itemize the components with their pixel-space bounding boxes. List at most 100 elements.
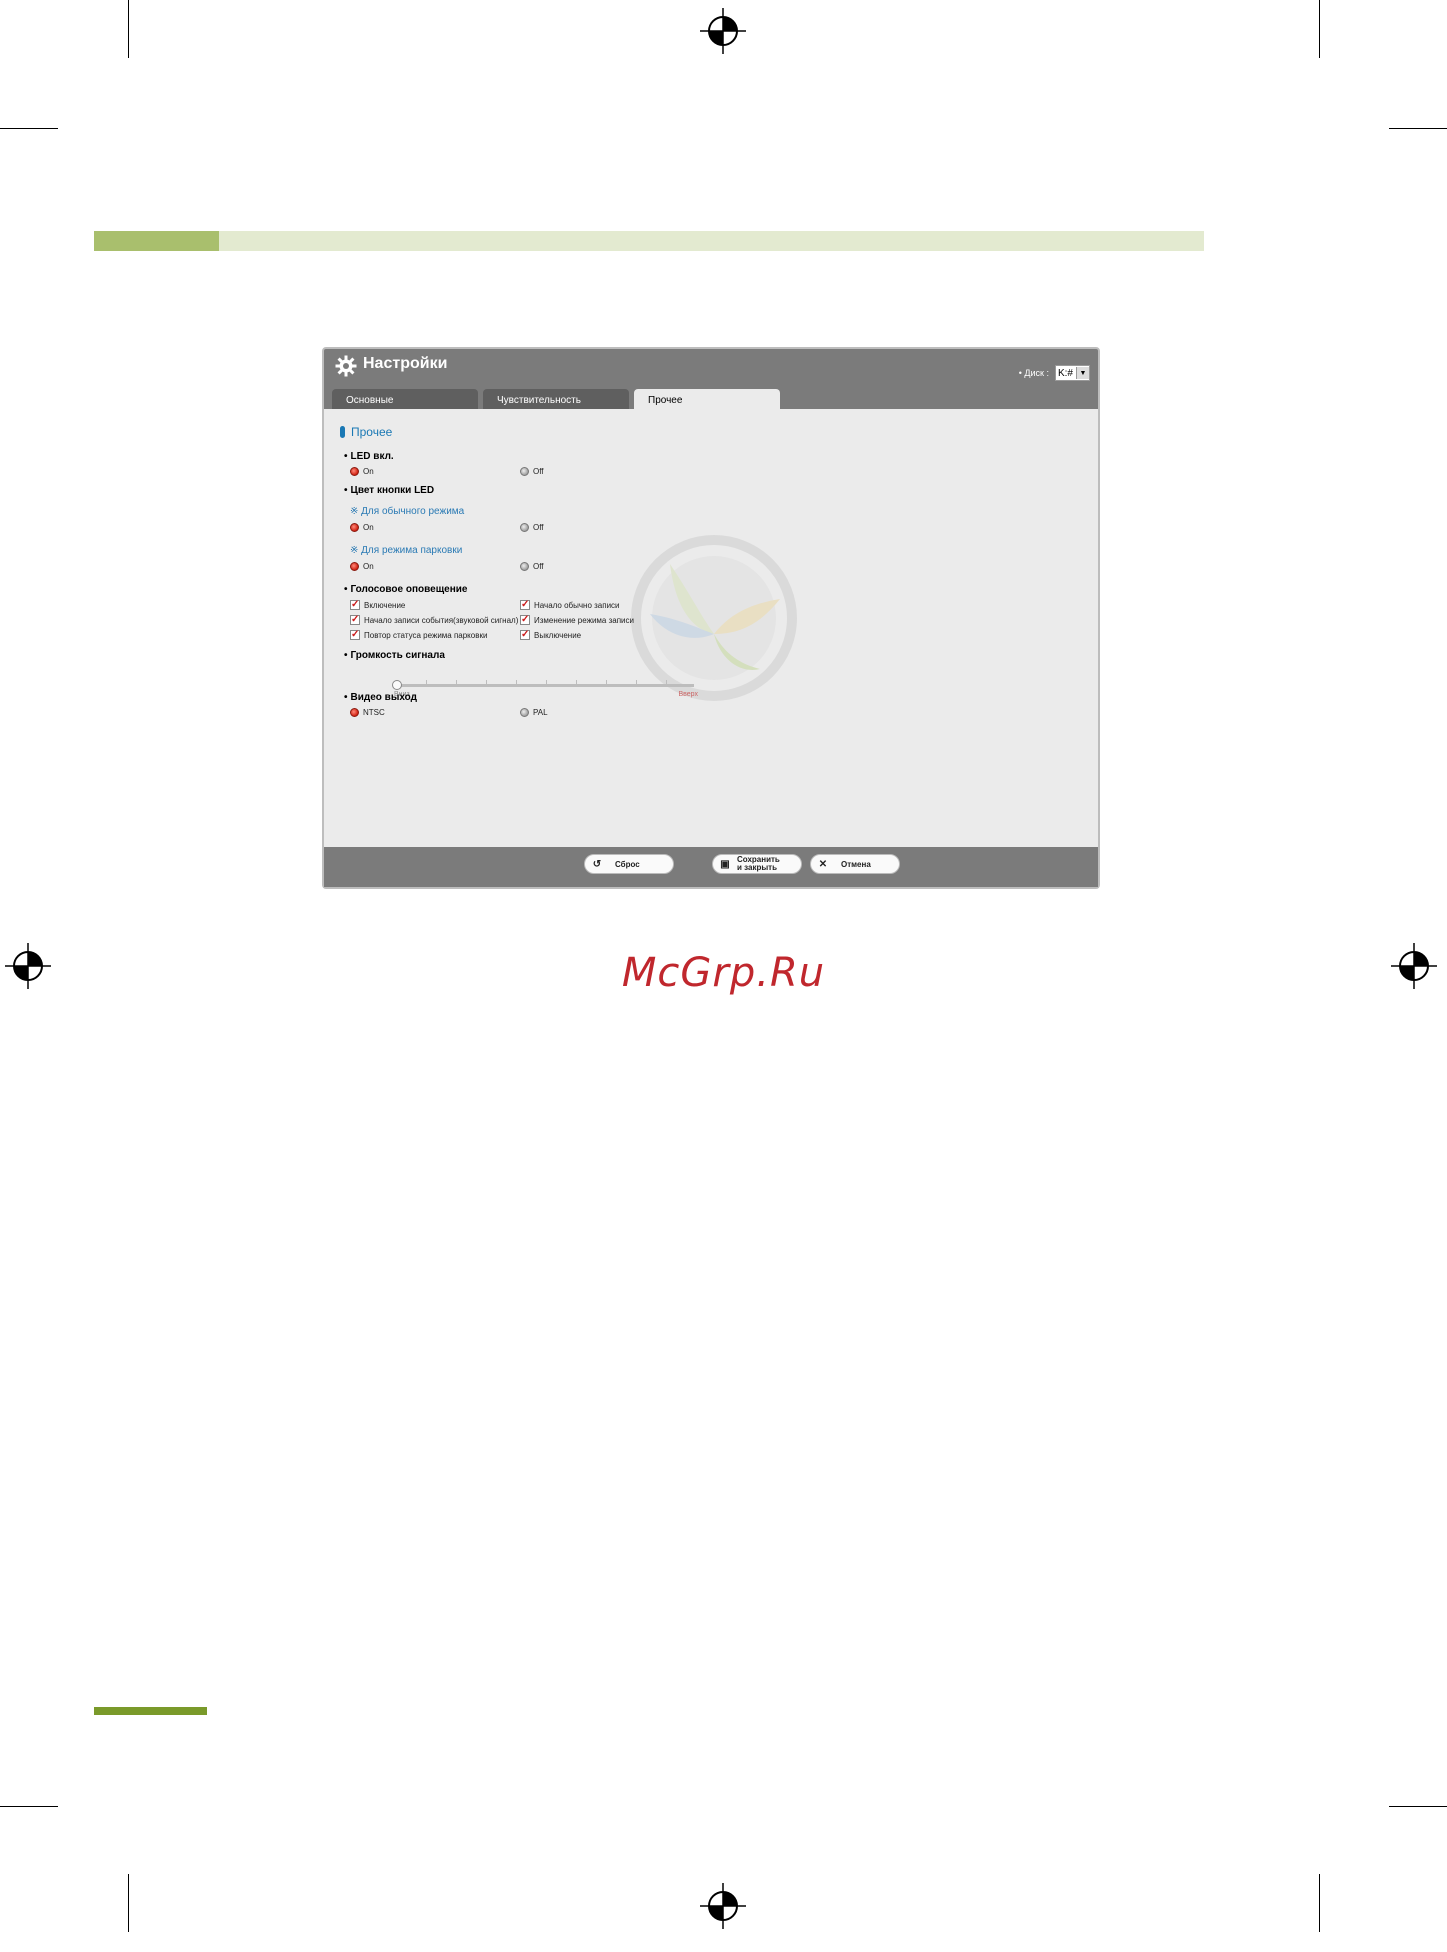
tab-bar: Основные Чувствительность Прочее [332,389,780,409]
site-watermark: McGrp.Ru [621,950,826,996]
settings-window: Настройки • Диск : K:# ▼ Основные Чувств… [322,347,1100,889]
led-on-label: On [363,467,374,476]
slider-tick [546,680,547,685]
slider-tick [576,680,577,685]
checkbox[interactable]: ✓ [520,600,530,610]
slider-tick [516,680,517,685]
tab-other[interactable]: Прочее [634,389,780,409]
led-title: LED вкл. [344,451,394,462]
save-label-line2: и закрыть [737,863,778,872]
crop-mark [1319,1874,1320,1932]
crop-mark [1389,128,1447,129]
slider-track [396,684,694,687]
slider-tick [456,680,457,685]
section-title-text: Прочее [351,425,393,439]
logo-watermark-icon [631,535,797,701]
voice-label: Выключение [534,630,582,640]
voice-checkbox-shutdown[interactable]: ✓ Выключение [520,630,581,640]
normal-off-option[interactable]: Off [520,523,544,532]
gear-icon [335,355,357,377]
header-bar [219,231,1204,251]
disk-dropdown[interactable]: K:# ▼ [1054,365,1090,381]
video-pal-option[interactable]: PAL [520,708,548,717]
checkbox[interactable]: ✓ [520,615,530,625]
slider-tick [426,680,427,685]
slider-tick [636,680,637,685]
normal-on-option[interactable]: On [350,523,374,532]
registration-mark-icon [700,8,746,54]
slider-tick [606,680,607,685]
voice-title: Голосовое оповещение [344,584,468,595]
normal-on-radio[interactable] [350,523,359,532]
crop-mark [128,1874,129,1932]
parking-off-label: Off [533,562,544,571]
parking-off-option[interactable]: Off [520,562,544,571]
pal-label: PAL [533,708,548,717]
led-color-title: Цвет кнопки LED [344,485,435,496]
crop-mark [128,0,129,58]
voice-label: Изменение режима записи [534,615,634,625]
voice-label: Начало записи события(звуковой сигнал) [364,615,519,625]
window-title: Настройки [363,355,448,372]
save-close-label: Сохранить и закрыть [737,856,780,872]
disk-value: K:# [1057,367,1073,379]
voice-checkbox-mode-change[interactable]: ✓ Изменение режима записи [520,615,634,625]
voice-checkbox-parking-repeat[interactable]: ✓ Повтор статуса режима парковки [350,630,487,640]
video-ntsc-option[interactable]: NTSC [350,708,385,717]
pal-radio[interactable] [520,708,529,717]
parking-mode-title: ※ Для режима парковки [350,545,463,556]
disk-label: • Диск : [1018,368,1049,378]
led-on-option[interactable]: On [350,467,374,476]
slider-tick [486,680,487,685]
ntsc-radio[interactable] [350,708,359,717]
tab-content: Прочее LED вкл. On Off Цвет кнопки LED ※… [324,409,1098,849]
led-off-option[interactable]: Off [520,467,544,476]
footer-bar-accent [94,1707,207,1715]
slider-handle[interactable] [392,680,402,690]
checkbox[interactable]: ✓ [350,615,360,625]
checkbox[interactable]: ✓ [520,630,530,640]
volume-slider[interactable]: Вниз Вверх [392,679,698,699]
checkbox[interactable]: ✓ [350,630,360,640]
chevron-down-icon[interactable]: ▼ [1076,367,1089,379]
voice-checkbox-startup[interactable]: ✓ Включение [350,600,405,610]
reset-icon: ↺ [592,858,602,870]
voice-label: Включение [364,600,406,610]
reset-button[interactable]: ↺ Сброс [584,854,674,874]
header-bar-accent [94,231,219,251]
reset-label: Сброс [615,859,640,869]
save-close-button[interactable]: ▣ Сохранить и закрыть [712,854,802,874]
crop-mark [1319,0,1320,58]
checkbox[interactable]: ✓ [350,600,360,610]
normal-on-label: On [363,523,374,532]
voice-checkbox-normal-start[interactable]: ✓ Начало обычно записи [520,600,620,610]
registration-mark-icon [700,1883,746,1929]
disk-selector: • Диск : K:# ▼ [1019,365,1090,381]
voice-checkbox-event-start[interactable]: ✓ Начало записи события(звуковой сигнал) [350,615,518,625]
volume-title: Громкость сигнала [344,650,445,661]
led-off-label: Off [533,467,544,476]
parking-on-option[interactable]: On [350,562,374,571]
tab-sensitivity[interactable]: Чувствительность [483,389,629,409]
normal-off-label: Off [533,523,544,532]
led-on-radio[interactable] [350,467,359,476]
section-title: Прочее [340,425,392,439]
cancel-button[interactable]: ✕ Отмена [810,854,900,874]
parking-off-radio[interactable] [520,562,529,571]
save-icon: ▣ [720,858,730,870]
crop-mark [0,1806,58,1807]
voice-label: Начало обычно записи [534,600,620,610]
slider-tick [666,680,667,685]
cancel-label: Отмена [841,859,871,869]
normal-off-radio[interactable] [520,523,529,532]
led-off-radio[interactable] [520,467,529,476]
parking-on-label: On [363,562,374,571]
video-title: Видео выход [344,692,418,703]
section-marker [340,426,345,438]
normal-mode-title: ※ Для обычного режима [350,506,465,517]
parking-on-radio[interactable] [350,562,359,571]
title-bar: Настройки • Диск : K:# ▼ [324,349,1098,389]
voice-label: Повтор статуса режима парковки [364,630,488,640]
ntsc-label: NTSC [363,708,385,717]
tab-basic[interactable]: Основные [332,389,478,409]
